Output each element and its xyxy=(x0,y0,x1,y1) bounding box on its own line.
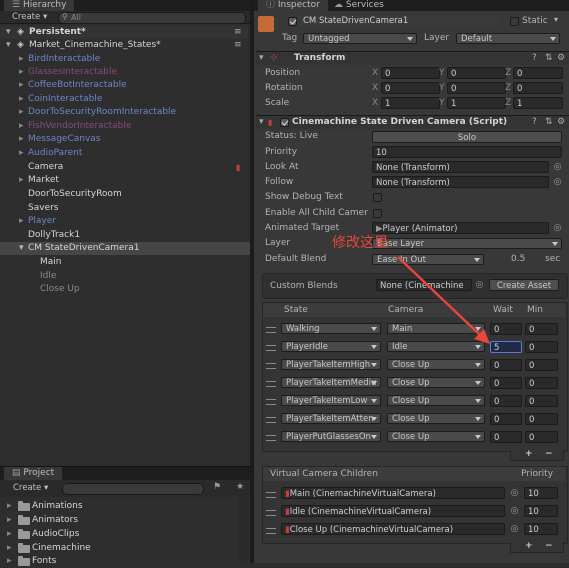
annotation-arrow xyxy=(397,256,490,344)
